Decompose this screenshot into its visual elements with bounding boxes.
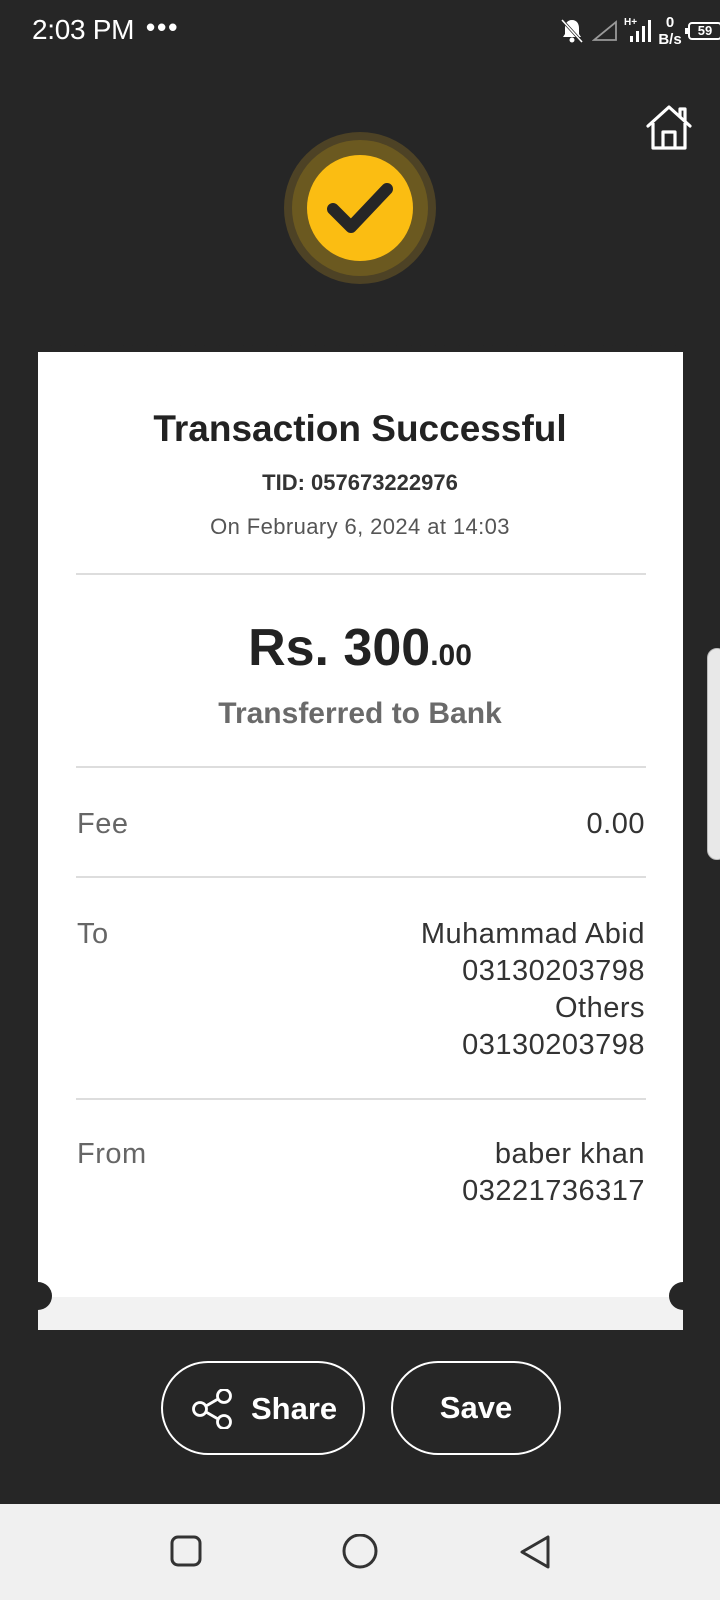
notifications-muted-icon (560, 18, 584, 44)
signal-empty-icon (592, 20, 617, 41)
transaction-id: TID: 057673222976 (262, 470, 458, 495)
home-circle-icon[interactable] (341, 1534, 379, 1572)
hplus-signal-icon: H+ (624, 17, 651, 42)
save-button[interactable]: Save (391, 1361, 561, 1455)
transaction-amount: Rs. 300.00 (0, 618, 720, 678)
share-button-label: Share (251, 1391, 338, 1426)
receipt-notch-left (24, 1282, 52, 1310)
success-badge (307, 155, 413, 261)
network-speed: 0 B/s (654, 14, 686, 48)
divider (76, 573, 646, 575)
checkmark-icon (327, 183, 393, 233)
edge-panel-handle[interactable] (707, 648, 720, 860)
amount-cents: .00 (430, 639, 472, 672)
battery-level: 59 (697, 23, 713, 38)
status-time: 2:03 PM (32, 14, 135, 45)
fee-label: Fee (77, 808, 129, 840)
battery-icon: 59 (685, 22, 720, 40)
fee-value: 0.00 (586, 808, 645, 840)
to-phone: 03130203798 (462, 1029, 645, 1061)
amount-main: Rs. 300 (248, 619, 431, 677)
to-bank: Others (554, 992, 645, 1024)
transaction-type: Transferred to Bank (218, 697, 502, 730)
svg-text:H+: H+ (624, 17, 637, 28)
status-overflow-dots: ••• (146, 12, 180, 42)
from-phone: 03221736317 (462, 1175, 645, 1207)
receipt-title: Transaction Successful (153, 408, 567, 449)
network-speed-value: 0 (665, 14, 675, 31)
divider (76, 766, 646, 768)
save-button-label: Save (439, 1390, 513, 1425)
from-name: baber khan (494, 1138, 645, 1170)
to-name: Muhammad Abid (420, 918, 645, 950)
from-details: baber khan 03221736317 (462, 1136, 645, 1210)
to-account: 03130203798 (462, 955, 645, 987)
transaction-date: On February 6, 2024 at 14:03 (210, 514, 510, 539)
network-speed-unit: B/s (658, 31, 682, 48)
status-bar: 2:03 PM ••• H+ 0 B/s 59 (0, 0, 720, 64)
receipt-notch-right (669, 1282, 697, 1310)
home-icon[interactable] (644, 104, 694, 150)
to-label: To (77, 918, 109, 950)
back-triangle-icon[interactable] (518, 1534, 552, 1570)
receipt-footer-strip (38, 1297, 683, 1330)
to-details: Muhammad Abid 03130203798 Others 0313020… (421, 916, 645, 1064)
recents-square-icon[interactable] (169, 1534, 203, 1568)
divider (76, 876, 646, 878)
divider (76, 1098, 646, 1100)
share-button[interactable]: Share (161, 1361, 365, 1455)
system-nav-bar (0, 1504, 720, 1600)
from-label: From (77, 1138, 147, 1170)
share-icon (192, 1389, 232, 1429)
